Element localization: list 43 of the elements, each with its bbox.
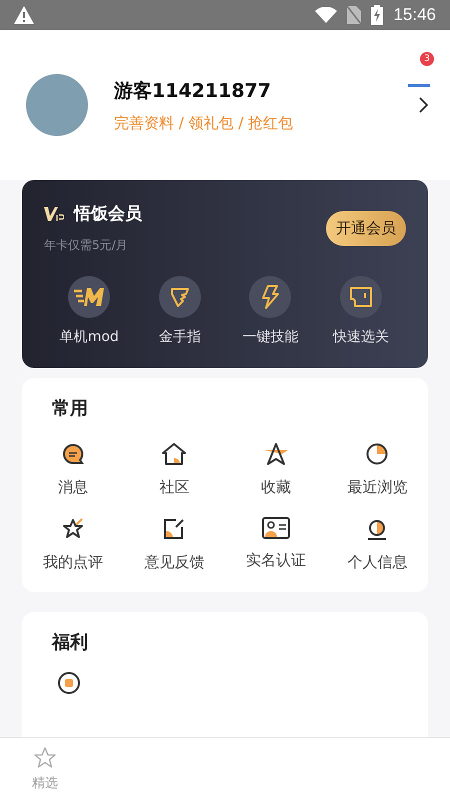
vip-price-text: 年卡仅需5元/月 xyxy=(44,237,129,254)
feature-icon-background[interactable] xyxy=(340,276,382,318)
note-edit-icon xyxy=(162,517,186,541)
shortcut-label[interactable]: 最近浏览 xyxy=(347,478,408,497)
feature-label[interactable]: 金手指 xyxy=(158,328,201,346)
pie-circle-icon xyxy=(365,442,390,466)
no-sim-icon xyxy=(347,6,362,24)
section-title: 常用 xyxy=(51,397,89,420)
star-outline-icon[interactable] xyxy=(33,746,57,770)
shortcut-label[interactable]: 意见反馈 xyxy=(144,553,204,572)
ticket-icon xyxy=(348,286,373,308)
status-time: 15:46 xyxy=(393,5,436,25)
house-icon xyxy=(161,442,188,466)
shortcut-label[interactable]: 个人信息 xyxy=(347,553,408,572)
shortcut-label[interactable]: 社区 xyxy=(159,478,190,497)
section-title: 福利 xyxy=(50,631,89,654)
open-membership-button[interactable]: 开通会员 xyxy=(326,210,406,246)
record-icon[interactable] xyxy=(58,672,80,694)
star-icon xyxy=(262,442,289,466)
star-outline-icon xyxy=(60,517,85,541)
user-name: 游客114211877 xyxy=(114,78,272,104)
chat-bubble-icon xyxy=(60,442,85,466)
wing-icon xyxy=(168,286,191,308)
battery-charging-icon xyxy=(371,5,384,25)
feature-label[interactable]: 一键技能 xyxy=(242,328,298,346)
lightning-icon xyxy=(260,285,280,309)
wifi-icon xyxy=(315,7,338,23)
vip-logo-icon xyxy=(44,206,64,222)
feature-icon-background[interactable] xyxy=(249,276,292,318)
shortcut-label[interactable]: 我的点评 xyxy=(42,553,103,572)
chevron-right-icon[interactable] xyxy=(418,97,428,113)
warning-icon xyxy=(14,6,34,24)
vip-title: 悟饭会员 xyxy=(74,203,142,225)
m-logo-icon xyxy=(74,286,104,308)
feature-label[interactable]: 单机mod xyxy=(60,328,119,346)
shortcut-label[interactable]: 消息 xyxy=(58,478,88,497)
feature-label[interactable]: 快速选关 xyxy=(332,328,389,346)
feature-icon-background[interactable] xyxy=(158,276,201,318)
shortcut-label[interactable]: 收藏 xyxy=(260,478,291,497)
shortcut-label[interactable]: 实名认证 xyxy=(246,551,306,570)
notification-badge: 3 xyxy=(420,52,434,66)
feature-icon-background[interactable] xyxy=(68,276,110,318)
id-card-icon xyxy=(262,517,290,539)
